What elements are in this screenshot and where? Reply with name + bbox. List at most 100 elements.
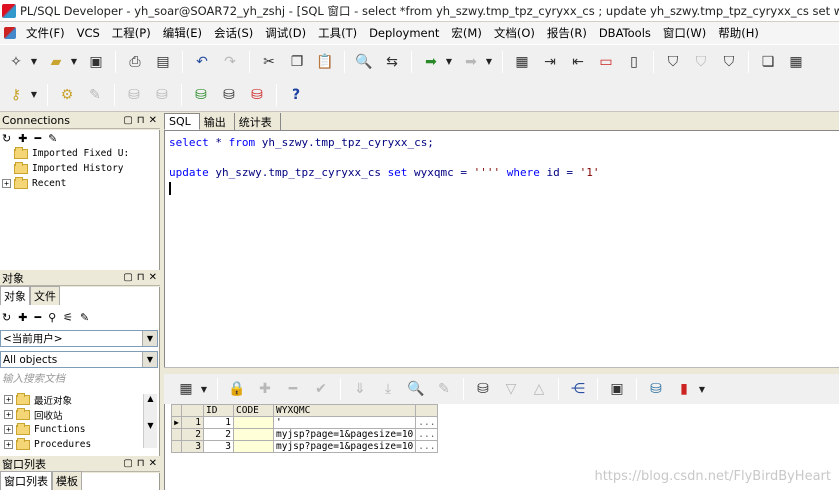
table-row[interactable]: ▶ 1 1 ' ...	[171, 416, 439, 429]
close-icon[interactable]: ✕	[149, 458, 157, 469]
tree-item[interactable]: + Procedures	[0, 437, 158, 452]
tab-objects[interactable]: 对象	[0, 286, 30, 305]
step-dropdown-icon[interactable]: ▼	[483, 50, 495, 74]
find-icon[interactable]: 🔍	[404, 377, 428, 401]
outdent-icon[interactable]: ⇤	[566, 50, 590, 74]
chevron-down-icon[interactable]: ▼	[142, 331, 157, 346]
menu-session[interactable]: 会话(S)	[208, 25, 259, 41]
cell-wyxqmc[interactable]: '	[272, 416, 417, 429]
expand-icon[interactable]: +	[4, 425, 13, 434]
lock-icon[interactable]: 🔒	[225, 377, 249, 401]
bookmark-prev-icon[interactable]: ⛉	[717, 50, 741, 74]
comment-icon[interactable]: ▭	[594, 50, 618, 74]
menu-help[interactable]: 帮助(H)	[712, 25, 765, 41]
menu-reports[interactable]: 报告(R)	[541, 25, 593, 41]
tab-templates[interactable]: 模板	[52, 471, 82, 490]
window-menu-icon[interactable]	[4, 27, 16, 39]
menu-window[interactable]: 窗口(W)	[657, 25, 712, 41]
tab-statistics[interactable]: 统计表	[235, 113, 281, 130]
cell-editor-button[interactable]: ...	[415, 416, 439, 429]
tab-sql[interactable]: SQL	[164, 113, 200, 130]
export-icon[interactable]: ⛁	[644, 377, 668, 401]
cell-code[interactable]	[233, 428, 274, 441]
add-icon[interactable]: ✚	[18, 132, 27, 145]
post-changes-icon[interactable]: ✔	[309, 377, 333, 401]
menu-macro[interactable]: 宏(M)	[445, 25, 487, 41]
editor-result-splitter[interactable]	[164, 367, 839, 373]
edit-icon[interactable]: ✎	[48, 132, 57, 145]
user-select[interactable]: <当前用户> ▼	[0, 330, 158, 347]
pin-icon[interactable]: ⊓	[137, 272, 145, 283]
pin-icon[interactable]: ⊓	[137, 458, 145, 469]
single-record-view-icon[interactable]: ⋲	[566, 377, 590, 401]
close-icon[interactable]: ✕	[149, 272, 157, 283]
find-icon[interactable]: 🔍	[352, 50, 376, 74]
help-icon[interactable]: ?	[284, 83, 308, 107]
close-icon[interactable]: ✕	[149, 115, 157, 126]
chart-dropdown-icon[interactable]: ▼	[696, 377, 708, 401]
panel-close-icon[interactable]: ▢	[123, 115, 132, 126]
run-dropdown-icon[interactable]: ▼	[443, 50, 455, 74]
cell-editor-button[interactable]: ...	[415, 428, 439, 441]
grid-dropdown-icon[interactable]: ▼	[198, 377, 210, 401]
key-icon[interactable]: ⚷	[4, 83, 28, 107]
gear-icon[interactable]: ⚙	[55, 83, 79, 107]
rollback-icon[interactable]: ⛁	[150, 83, 174, 107]
refresh-icon[interactable]: ↻	[2, 311, 11, 324]
previous-record-icon[interactable]: ▽	[499, 377, 523, 401]
tree-item[interactable]: + Functions	[0, 422, 158, 437]
tab-output[interactable]: 输出	[200, 113, 235, 130]
clear-icon[interactable]: ✎	[432, 377, 456, 401]
tree-item[interactable]: + Recent	[0, 176, 159, 191]
document-icon[interactable]: ▦	[510, 50, 534, 74]
tree-item[interactable]: + 回收站	[0, 407, 158, 422]
column-header-id[interactable]: ID	[203, 404, 234, 417]
delete-record-icon[interactable]: ━	[281, 377, 305, 401]
replace-icon[interactable]: ⇆	[380, 50, 404, 74]
menu-edit[interactable]: 编辑(E)	[157, 25, 208, 41]
object-search-input[interactable]: 输入搜索文档	[0, 371, 158, 387]
cut-icon[interactable]: ✂	[257, 50, 281, 74]
fetch-last-icon[interactable]: ⤓	[376, 377, 400, 401]
break-icon[interactable]: ✎	[83, 83, 107, 107]
insert-record-icon[interactable]: ✚	[253, 377, 277, 401]
table-row[interactable]: 2 2 myjsp?page=1&pagesize=10 ...	[171, 428, 439, 441]
pin-icon[interactable]: ⊓	[137, 115, 145, 126]
row-number[interactable]: 2	[181, 428, 204, 441]
filter-icon[interactable]: ⚟	[63, 311, 73, 324]
panel-close-icon[interactable]: ▢	[123, 272, 132, 283]
expand-icon[interactable]: +	[2, 179, 11, 188]
explain-plan-icon[interactable]: ⛁	[245, 83, 269, 107]
row-number[interactable]: 3	[181, 440, 204, 453]
grid-icon[interactable]: ▦	[174, 377, 198, 401]
print-icon[interactable]: ⎙	[123, 50, 147, 74]
cell-editor-button[interactable]: ...	[415, 440, 439, 453]
sql-editor[interactable]: select * from yh_szwy.tmp_tpz_cyryxx_cs;…	[164, 131, 839, 367]
save-icon[interactable]: ▣	[84, 50, 108, 74]
expand-icon[interactable]: +	[4, 410, 13, 419]
menu-tools[interactable]: 工具(T)	[312, 25, 363, 41]
bookmark-next-icon[interactable]: ⛉	[689, 50, 713, 74]
vertical-scrollbar[interactable]: ▲ ▼	[143, 394, 157, 448]
chevron-down-icon[interactable]: ▼	[142, 352, 157, 367]
panel-close-icon[interactable]: ▢	[123, 458, 132, 469]
new-sql-icon[interactable]: ⛁	[217, 83, 241, 107]
menu-file[interactable]: 文件(F)	[20, 25, 71, 41]
cell-wyxqmc[interactable]: myjsp?page=1&pagesize=10	[272, 440, 417, 453]
tree-item[interactable]: Imported Fixed U:	[0, 146, 159, 161]
row-number[interactable]: 1	[181, 416, 204, 429]
expand-icon[interactable]: +	[4, 440, 13, 449]
sql-window-icon[interactable]: ⛁	[189, 83, 213, 107]
save-icon[interactable]: ▣	[605, 377, 629, 401]
column-header-code[interactable]: CODE	[233, 404, 274, 417]
open-folder-icon[interactable]: ▰	[44, 50, 68, 74]
tree-item[interactable]: + 最近对象	[0, 392, 158, 407]
expand-icon[interactable]: +	[4, 395, 13, 404]
uncomment-icon[interactable]: ▯	[622, 50, 646, 74]
next-record-icon[interactable]: △	[527, 377, 551, 401]
fetch-next-icon[interactable]: ⇓	[348, 377, 372, 401]
windows-icon[interactable]: ❏	[756, 50, 780, 74]
remove-icon[interactable]: ━	[34, 311, 41, 324]
chart-icon[interactable]: ▮	[672, 377, 696, 401]
cell-id[interactable]: 2	[203, 428, 234, 441]
